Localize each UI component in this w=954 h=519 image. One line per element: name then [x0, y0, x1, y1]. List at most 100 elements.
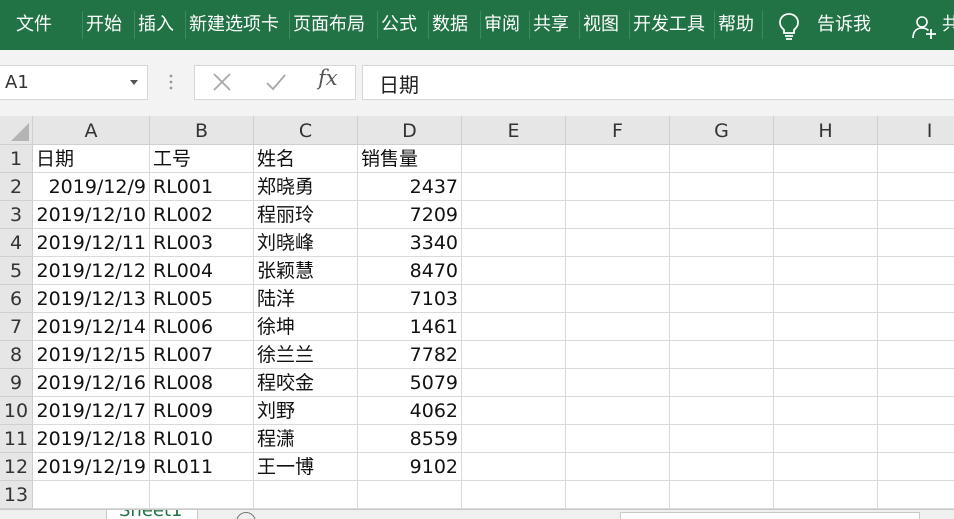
- cell-f13[interactable]: [566, 481, 670, 509]
- cell-a12[interactable]: 2019/12/19: [33, 453, 150, 481]
- cell-c6[interactable]: 陆洋: [254, 285, 358, 313]
- sheet-tab-active[interactable]: Sheet1: [106, 510, 198, 519]
- cell-f12[interactable]: [566, 453, 670, 481]
- row-header-7[interactable]: 7: [0, 313, 33, 341]
- column-header-f[interactable]: F: [566, 116, 670, 145]
- cell-a6[interactable]: 2019/12/13: [33, 285, 150, 313]
- cell-c5[interactable]: 张颖慧: [254, 257, 358, 285]
- cell-f11[interactable]: [566, 425, 670, 453]
- cell-h2[interactable]: [774, 173, 878, 201]
- cell-e13[interactable]: [462, 481, 566, 509]
- cell-b12[interactable]: RL011: [150, 453, 254, 481]
- cell-f8[interactable]: [566, 341, 670, 369]
- cell-e2[interactable]: [462, 173, 566, 201]
- cell-a7[interactable]: 2019/12/14: [33, 313, 150, 341]
- cell-h1[interactable]: [774, 145, 878, 173]
- column-header-c[interactable]: C: [254, 116, 358, 145]
- cell-g11[interactable]: [670, 425, 774, 453]
- cell-a11[interactable]: 2019/12/18: [33, 425, 150, 453]
- cell-e8[interactable]: [462, 341, 566, 369]
- cell-e12[interactable]: [462, 453, 566, 481]
- cell-f7[interactable]: [566, 313, 670, 341]
- cell-i10[interactable]: [878, 397, 954, 425]
- cell-c13[interactable]: [254, 481, 358, 509]
- row-header-8[interactable]: 8: [0, 341, 33, 369]
- cell-h13[interactable]: [774, 481, 878, 509]
- cell-b8[interactable]: RL007: [150, 341, 254, 369]
- cell-c9[interactable]: 程咬金: [254, 369, 358, 397]
- cell-g8[interactable]: [670, 341, 774, 369]
- cell-d1[interactable]: 销售量: [358, 145, 462, 173]
- spreadsheet-grid[interactable]: A B C D E F G H I 1 日期 工号 姓名 销售量 2 2019/12/9 RL001 郑晓勇 243…: [0, 116, 954, 509]
- row-header-2[interactable]: 2: [0, 173, 33, 201]
- row-header-12[interactable]: 12: [0, 453, 33, 481]
- tab-home[interactable]: 开始: [86, 0, 122, 50]
- cell-d11[interactable]: 8559: [358, 425, 462, 453]
- column-header-d[interactable]: D: [358, 116, 462, 145]
- row-header-3[interactable]: 3: [0, 201, 33, 229]
- cell-d13[interactable]: [358, 481, 462, 509]
- cell-h8[interactable]: [774, 341, 878, 369]
- tab-data[interactable]: 数据: [432, 0, 468, 50]
- cell-g3[interactable]: [670, 201, 774, 229]
- cell-c2[interactable]: 郑晓勇: [254, 173, 358, 201]
- cell-d8[interactable]: 7782: [358, 341, 462, 369]
- cell-g13[interactable]: [670, 481, 774, 509]
- cell-d5[interactable]: 8470: [358, 257, 462, 285]
- cell-h7[interactable]: [774, 313, 878, 341]
- cell-b2[interactable]: RL001: [150, 173, 254, 201]
- cell-g1[interactable]: [670, 145, 774, 173]
- cell-d3[interactable]: 7209: [358, 201, 462, 229]
- cell-b4[interactable]: RL003: [150, 229, 254, 257]
- cell-b3[interactable]: RL002: [150, 201, 254, 229]
- column-header-i[interactable]: I: [878, 116, 954, 145]
- cell-a3[interactable]: 2019/12/10: [33, 201, 150, 229]
- drag-handle-icon[interactable]: [167, 70, 175, 94]
- horizontal-scrollbar[interactable]: [620, 512, 920, 519]
- cell-d9[interactable]: 5079: [358, 369, 462, 397]
- tab-developer[interactable]: 开发工具: [633, 0, 705, 50]
- cell-g6[interactable]: [670, 285, 774, 313]
- cell-i6[interactable]: [878, 285, 954, 313]
- cell-f9[interactable]: [566, 369, 670, 397]
- cell-g12[interactable]: [670, 453, 774, 481]
- share-person-icon[interactable]: [912, 14, 938, 40]
- cell-a8[interactable]: 2019/12/15: [33, 341, 150, 369]
- cell-c4[interactable]: 刘晓峰: [254, 229, 358, 257]
- cell-g9[interactable]: [670, 369, 774, 397]
- cell-g10[interactable]: [670, 397, 774, 425]
- cell-i7[interactable]: [878, 313, 954, 341]
- cell-c12[interactable]: 王一博: [254, 453, 358, 481]
- tell-me-search[interactable]: 告诉我: [817, 0, 871, 50]
- cell-d2[interactable]: 2437: [358, 173, 462, 201]
- cell-e5[interactable]: [462, 257, 566, 285]
- cell-i8[interactable]: [878, 341, 954, 369]
- plus-circle-icon[interactable]: [236, 512, 256, 519]
- cell-e7[interactable]: [462, 313, 566, 341]
- cell-d10[interactable]: 4062: [358, 397, 462, 425]
- chevron-down-icon[interactable]: [130, 80, 138, 85]
- cell-b13[interactable]: [150, 481, 254, 509]
- share-button-partial[interactable]: 共: [942, 0, 954, 50]
- cell-h9[interactable]: [774, 369, 878, 397]
- cell-i2[interactable]: [878, 173, 954, 201]
- cell-c3[interactable]: 程丽玲: [254, 201, 358, 229]
- row-header-4[interactable]: 4: [0, 229, 33, 257]
- cell-a1[interactable]: 日期: [33, 145, 150, 173]
- tab-share[interactable]: 共享: [533, 0, 569, 50]
- cell-a9[interactable]: 2019/12/16: [33, 369, 150, 397]
- row-header-10[interactable]: 10: [0, 397, 33, 425]
- cell-c8[interactable]: 徐兰兰: [254, 341, 358, 369]
- close-icon[interactable]: [210, 70, 234, 94]
- cell-b6[interactable]: RL005: [150, 285, 254, 313]
- cell-d6[interactable]: 7103: [358, 285, 462, 313]
- cell-g2[interactable]: [670, 173, 774, 201]
- tab-page-layout[interactable]: 页面布局: [293, 0, 365, 50]
- cell-f6[interactable]: [566, 285, 670, 313]
- cell-h10[interactable]: [774, 397, 878, 425]
- tab-help[interactable]: 帮助: [718, 0, 754, 50]
- cell-i3[interactable]: [878, 201, 954, 229]
- cell-f5[interactable]: [566, 257, 670, 285]
- cell-e4[interactable]: [462, 229, 566, 257]
- cell-a10[interactable]: 2019/12/17: [33, 397, 150, 425]
